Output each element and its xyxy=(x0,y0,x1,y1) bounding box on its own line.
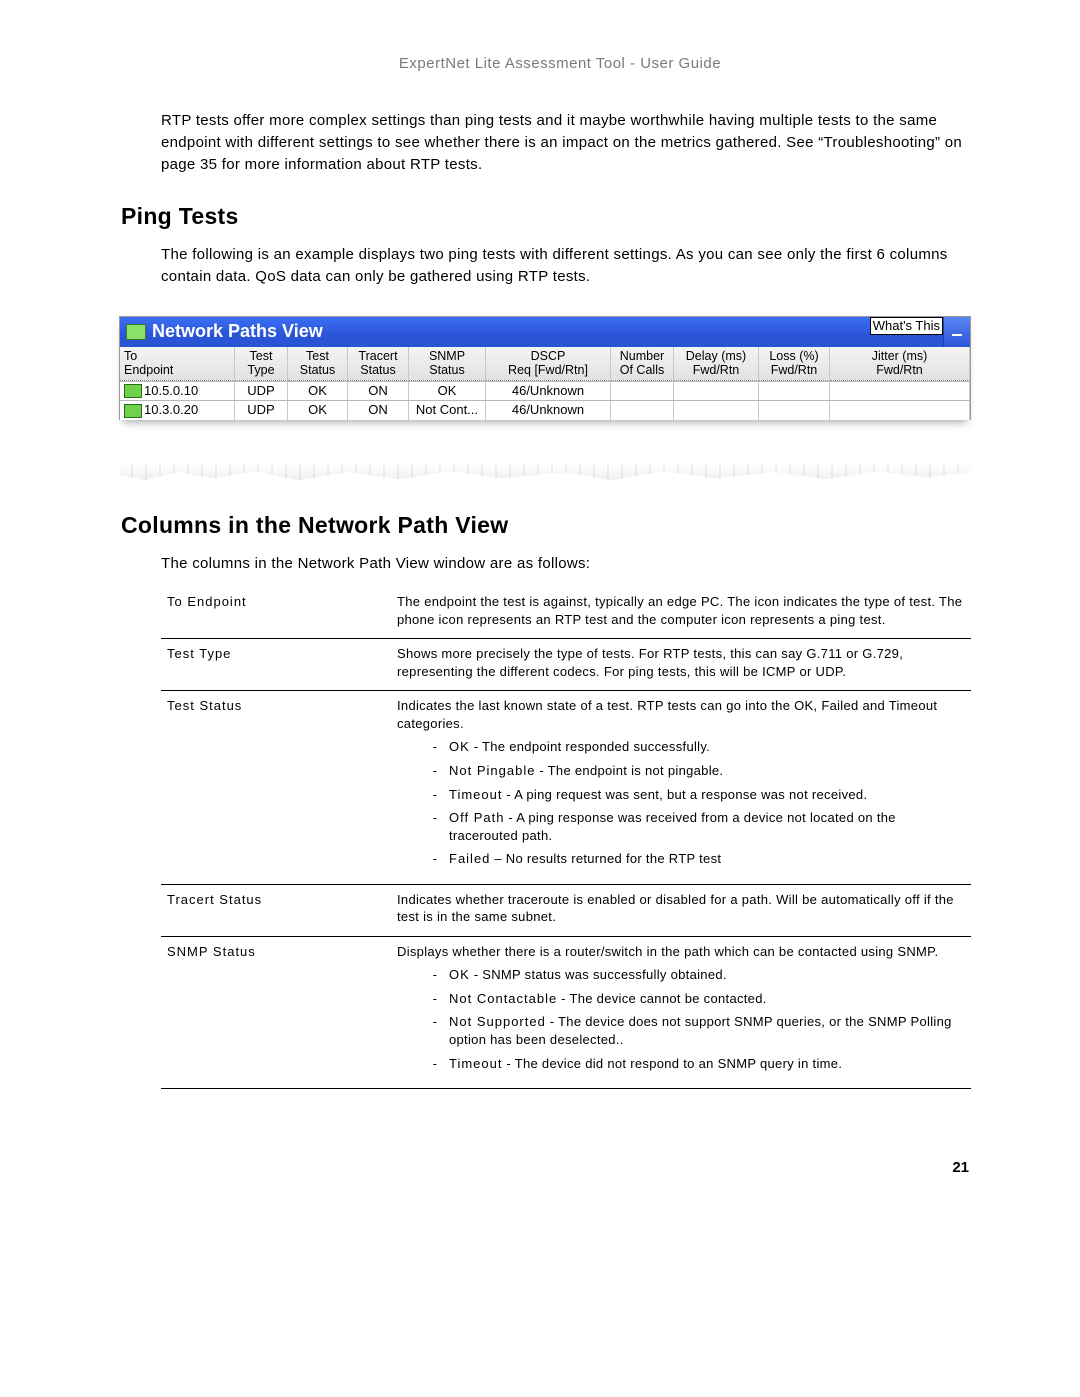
definition-subitem: -Not Supported - The device does not sup… xyxy=(421,1013,965,1048)
definition-term: SNMP Status xyxy=(161,936,391,1088)
columns-intro: The columns in the Network Path View win… xyxy=(161,553,965,575)
grid-header-cell[interactable]: SNMPStatus xyxy=(409,347,486,381)
whats-this-button[interactable]: What's This xyxy=(870,317,943,335)
definition-row: Test StatusIndicates the last known stat… xyxy=(161,691,971,884)
definition-desc: The endpoint the test is against, typica… xyxy=(391,587,971,639)
grid-cell: OK xyxy=(288,401,348,420)
grid-header-cell[interactable]: NumberOf Calls xyxy=(611,347,674,381)
definition-desc: Displays whether there is a router/switc… xyxy=(391,936,971,1088)
grid-cell: 46/Unknown xyxy=(486,401,611,420)
definition-row: Test TypeShows more precisely the type o… xyxy=(161,639,971,691)
grid-cell xyxy=(674,382,759,401)
definition-subitem: -Not Pingable - The endpoint is not ping… xyxy=(421,762,965,780)
page-header: ExpertNet Lite Assessment Tool - User Gu… xyxy=(155,55,965,72)
definition-desc: Indicates whether traceroute is enabled … xyxy=(391,884,971,936)
definition-term: Test Type xyxy=(161,639,391,691)
page-number: 21 xyxy=(155,1159,969,1176)
grid-header-cell[interactable]: Delay (ms)Fwd/Rtn xyxy=(674,347,759,381)
definition-term: Tracert Status xyxy=(161,884,391,936)
definition-row: Tracert StatusIndicates whether tracerou… xyxy=(161,884,971,936)
network-paths-grid: ToEndpointTestTypeTestStatusTracertStatu… xyxy=(120,347,970,421)
ping-paragraph: The following is an example displays two… xyxy=(161,244,965,288)
grid-cell xyxy=(611,382,674,401)
definition-row: SNMP StatusDisplays whether there is a r… xyxy=(161,936,971,1088)
definition-subitem: -Not Contactable - The device cannot be … xyxy=(421,990,965,1008)
definition-desc: Indicates the last known state of a test… xyxy=(391,691,971,884)
grid-cell: ON xyxy=(348,382,409,401)
window-titlebar: Network Paths View What's This xyxy=(120,317,970,347)
grid-header-cell[interactable]: Loss (%)Fwd/Rtn xyxy=(759,347,830,381)
definition-desc: Shows more precisely the type of tests. … xyxy=(391,639,971,691)
grid-cell xyxy=(830,401,970,420)
torn-edge xyxy=(119,464,971,482)
intro-paragraph: RTP tests offer more complex settings th… xyxy=(161,110,965,175)
definition-subitem: -Timeout - The device did not respond to… xyxy=(421,1055,965,1073)
grid-cell xyxy=(759,382,830,401)
grid-cell: OK xyxy=(409,382,486,401)
grid-header-cell[interactable]: Jitter (ms)Fwd/Rtn xyxy=(830,347,970,381)
heading-columns: Columns in the Network Path View xyxy=(121,512,965,539)
definition-subitem: -Timeout - A ping request was sent, but … xyxy=(421,786,965,804)
grid-header-cell[interactable]: TestType xyxy=(235,347,288,381)
grid-header-cell[interactable]: TestStatus xyxy=(288,347,348,381)
grid-row[interactable]: 10.3.0.20UDPOKONNot Cont...46/Unknown xyxy=(120,400,970,420)
definition-subitem: -OK - The endpoint responded successfull… xyxy=(421,738,965,756)
grid-cell: Not Cont... xyxy=(409,401,486,420)
definition-subitem: -Failed – No results returned for the RT… xyxy=(421,850,965,868)
grid-header-cell[interactable]: TracertStatus xyxy=(348,347,409,381)
definition-term: To Endpoint xyxy=(161,587,391,639)
grid-cell: OK xyxy=(288,382,348,401)
window-icon xyxy=(126,324,146,340)
grid-cell xyxy=(674,401,759,420)
grid-row[interactable]: 10.5.0.10UDPOKONOK46/Unknown xyxy=(120,381,970,401)
network-paths-view-window: Network Paths View What's This ToEndpoin… xyxy=(119,316,971,421)
column-definitions-table: To EndpointThe endpoint the test is agai… xyxy=(161,587,971,1089)
grid-header-cell[interactable]: ToEndpoint xyxy=(120,347,235,381)
grid-cell xyxy=(830,382,970,401)
window-title: Network Paths View xyxy=(152,321,323,342)
minimize-button[interactable] xyxy=(943,317,970,347)
grid-cell xyxy=(611,401,674,420)
grid-cell: 46/Unknown xyxy=(486,382,611,401)
grid-cell: ON xyxy=(348,401,409,420)
definition-subitem: -Off Path - A ping response was received… xyxy=(421,809,965,844)
grid-cell: 10.5.0.10 xyxy=(120,382,235,401)
endpoint-icon xyxy=(124,384,142,398)
heading-ping-tests: Ping Tests xyxy=(121,203,965,230)
grid-cell: UDP xyxy=(235,401,288,420)
endpoint-icon xyxy=(124,404,142,418)
grid-cell: 10.3.0.20 xyxy=(120,401,235,420)
definition-row: To EndpointThe endpoint the test is agai… xyxy=(161,587,971,639)
definition-term: Test Status xyxy=(161,691,391,884)
grid-cell xyxy=(759,401,830,420)
grid-cell: UDP xyxy=(235,382,288,401)
grid-header-cell[interactable]: DSCPReq [Fwd/Rtn] xyxy=(486,347,611,381)
definition-subitem: -OK - SNMP status was successfully obtai… xyxy=(421,966,965,984)
